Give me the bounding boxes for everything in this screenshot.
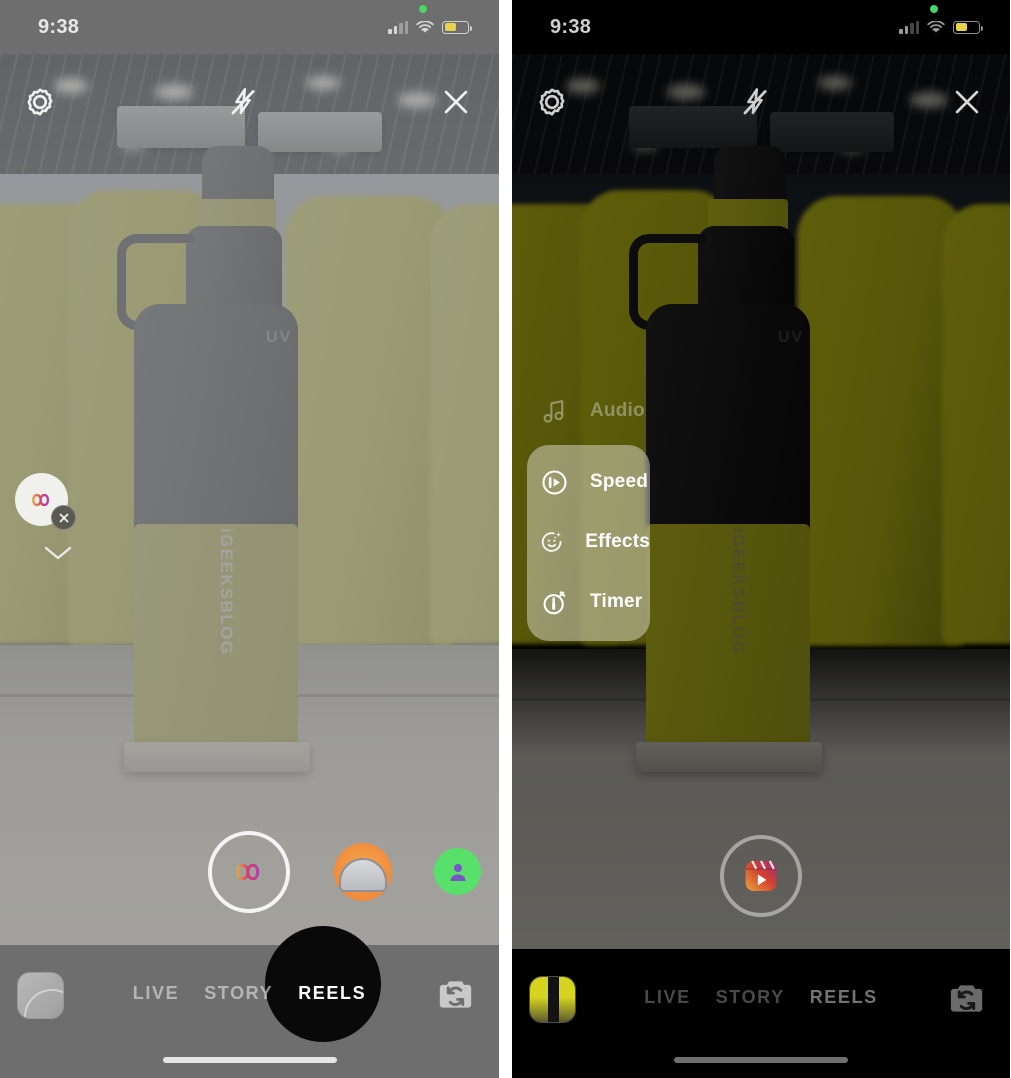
flip-camera-icon[interactable]	[432, 972, 479, 1024]
menu-item-timer[interactable]: Timer	[527, 572, 650, 632]
close-badge-icon[interactable]	[51, 505, 76, 530]
capture-row-right	[512, 835, 1010, 925]
signal-bars-icon	[388, 20, 408, 34]
camera-toolbar-left	[0, 76, 499, 128]
tab-reels[interactable]: REELS	[810, 987, 878, 1008]
battery-icon	[442, 20, 472, 34]
capture-row-left	[0, 831, 499, 921]
shutter-button[interactable]	[720, 835, 802, 917]
gear-icon[interactable]	[535, 85, 569, 119]
mode-tabs-left: LIVE STORY REELS	[0, 926, 499, 1042]
chevron-down-icon[interactable]	[43, 545, 73, 567]
signal-bars-icon	[899, 20, 919, 34]
close-icon[interactable]	[439, 85, 473, 119]
reels-options-menu: Audio Speed Effects Timer	[527, 381, 667, 641]
tab-story[interactable]: STORY	[204, 983, 273, 1004]
menu-item-effects[interactable]: Effects	[527, 512, 650, 572]
menu-item-label: Effects	[585, 531, 650, 552]
music-note-icon	[543, 399, 564, 423]
camera-viewport-left[interactable]: iGEEKSBLOG UV	[0, 54, 499, 945]
shutter-button[interactable]	[208, 831, 290, 913]
bottom-bar-left: LIVE STORY REELS	[0, 926, 499, 1078]
dual-screenshot-stage: 9:38 LIVE STORY REELS 9:38 Audio Speed E…	[0, 0, 1011, 1078]
battery-icon	[953, 20, 983, 34]
menu-item-label: Speed	[590, 471, 649, 492]
tab-live[interactable]: LIVE	[133, 983, 179, 1004]
menu-item-label: Audio	[590, 400, 645, 421]
status-time: 9:38	[550, 15, 592, 38]
mode-tabs-right: LIVE STORY REELS	[512, 987, 1010, 1008]
menu-item-label: Timer	[590, 591, 643, 612]
wifi-icon	[927, 20, 945, 33]
bottom-bar-right: LIVE STORY REELS	[512, 949, 1010, 1078]
timer-icon	[543, 590, 566, 614]
speed-icon	[542, 469, 567, 495]
effects-face-icon	[541, 531, 562, 552]
camera-viewport-right[interactable]: iGEEKSBLOG UV	[512, 54, 1010, 949]
gear-icon[interactable]	[23, 85, 57, 119]
dim-overlay	[0, 54, 499, 945]
tab-story[interactable]: STORY	[716, 987, 785, 1008]
status-bar-left: 9:38	[0, 0, 499, 54]
home-indicator	[162, 1057, 337, 1063]
status-bar-right: 9:38	[512, 0, 1010, 54]
left-phone-screen: 9:38 LIVE STORY REELS	[0, 0, 499, 1078]
face-filter-thumbnail-icon[interactable]	[334, 843, 392, 901]
green-privacy-dot-icon	[419, 4, 427, 13]
wifi-icon	[416, 20, 434, 33]
camera-toolbar-right	[512, 76, 1010, 128]
boomerang-effect-chip[interactable]	[15, 473, 76, 560]
home-indicator	[674, 1057, 848, 1063]
flash-off-icon[interactable]	[739, 86, 771, 118]
flash-off-icon[interactable]	[227, 86, 259, 118]
profile-avatar-icon[interactable]	[434, 848, 481, 895]
green-privacy-dot-icon	[930, 4, 938, 13]
close-icon[interactable]	[950, 85, 984, 119]
status-indicators	[388, 4, 472, 34]
right-phone-screen: 9:38 Audio Speed Effects Timer LIVE STOR…	[512, 0, 1010, 1078]
menu-item-audio[interactable]: Audio	[527, 381, 667, 441]
tab-reels[interactable]: REELS	[298, 983, 366, 1004]
menu-item-speed[interactable]: Speed	[527, 452, 650, 512]
tab-live[interactable]: LIVE	[644, 987, 690, 1008]
status-time: 9:38	[38, 15, 80, 38]
reels-clapperboard-icon	[745, 860, 777, 892]
status-indicators	[899, 4, 983, 34]
flip-camera-icon[interactable]	[943, 976, 990, 1028]
reels-options-panel: Speed Effects Timer	[527, 445, 650, 641]
